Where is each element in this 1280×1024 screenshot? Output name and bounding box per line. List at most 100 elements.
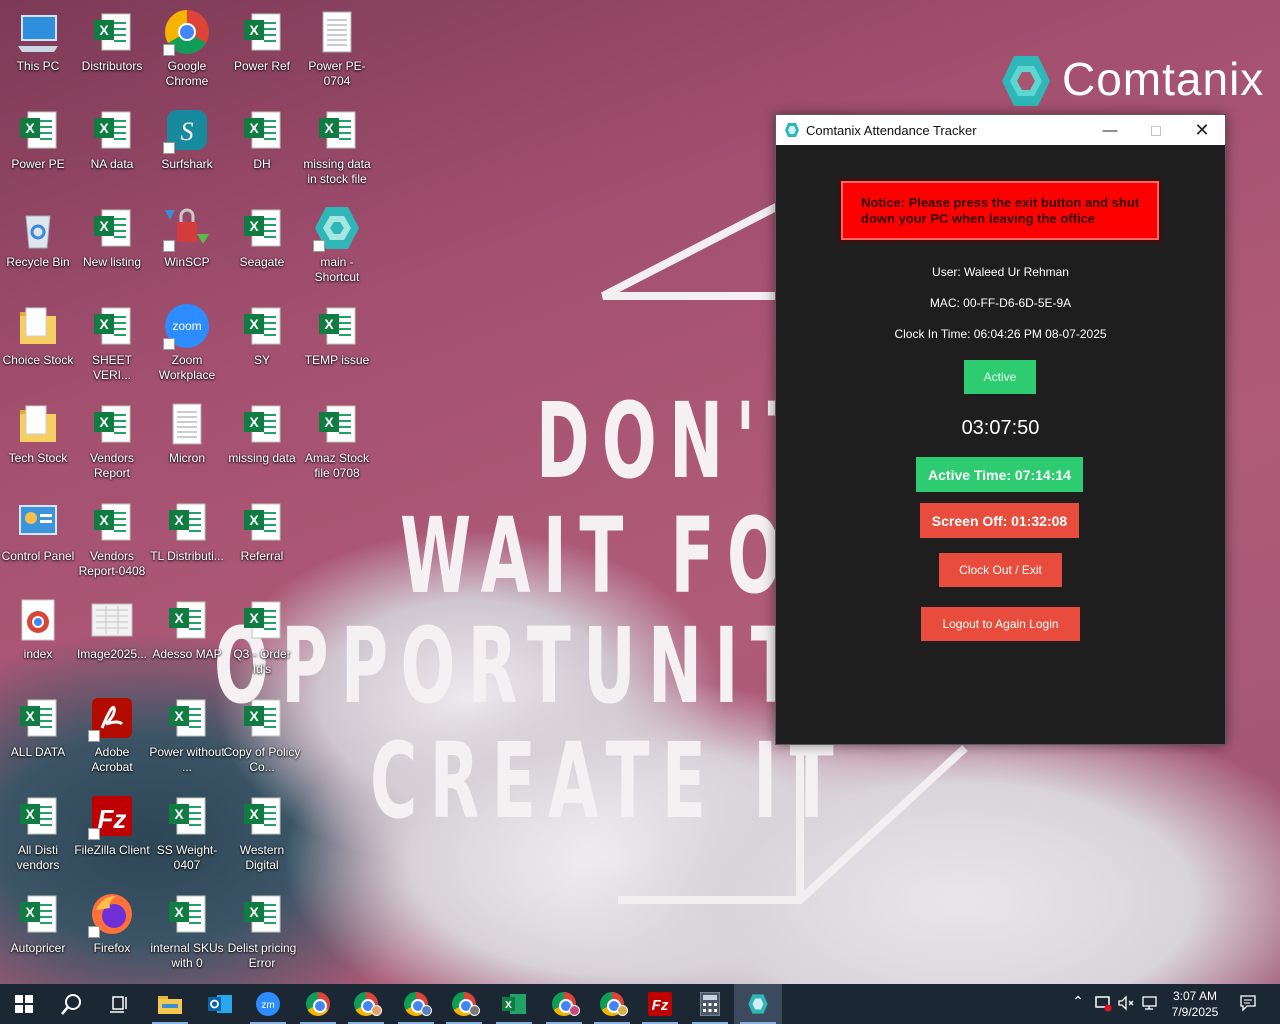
desktop-icon[interactable]: This PC bbox=[0, 0, 76, 94]
comtanix-logo-icon bbox=[1000, 54, 1052, 108]
maximize-button[interactable]: ◻ bbox=[1133, 115, 1179, 145]
desktop-icon[interactable]: X Distributors bbox=[74, 0, 150, 94]
desktop-icon[interactable]: Firefox bbox=[74, 882, 150, 976]
desktop-icon[interactable]: X New listing bbox=[74, 196, 150, 290]
desktop-icon[interactable]: X Seagate bbox=[224, 196, 300, 290]
taskbar-chrome-6[interactable] bbox=[588, 984, 636, 1024]
desktop-icon-label: All Disti vendors bbox=[16, 843, 60, 872]
desktop-icon[interactable]: Xinternal SKUs with 0 bbox=[149, 882, 225, 976]
svg-text:S: S bbox=[181, 117, 194, 146]
window-titlebar[interactable]: Comtanix Attendance Tracker — ◻ ✕ bbox=[776, 115, 1225, 145]
excel-icon: X bbox=[313, 302, 361, 350]
desktop-icon[interactable]: Google Chrome bbox=[149, 0, 225, 94]
desktop-icon[interactable]: X Referral bbox=[224, 490, 300, 584]
minimize-button[interactable]: — bbox=[1087, 115, 1133, 145]
zoom-icon: zm bbox=[256, 992, 280, 1016]
desktop-icon[interactable]: Xmissing data in stock file bbox=[299, 98, 375, 192]
desktop-icon[interactable]: Micron bbox=[149, 392, 225, 486]
taskbar-chrome-1[interactable] bbox=[294, 984, 342, 1024]
desktop-icon-label: Choice Stock bbox=[2, 353, 74, 367]
taskbar-chrome-5[interactable] bbox=[540, 984, 588, 1024]
desktop-icon[interactable]: Control Panel bbox=[0, 490, 76, 584]
taskbar-chrome-4[interactable] bbox=[440, 984, 488, 1024]
desktop-icon[interactable]: X SY bbox=[224, 294, 300, 388]
logout-button[interactable]: Logout to Again Login bbox=[921, 607, 1080, 641]
svg-text:X: X bbox=[25, 904, 35, 920]
desktop-icon[interactable]: Fz FileZilla Client bbox=[74, 784, 150, 878]
taskbar-outlook[interactable] bbox=[196, 984, 244, 1024]
taskbar-calculator[interactable] bbox=[686, 984, 734, 1024]
svg-text:Fz: Fz bbox=[652, 997, 669, 1014]
desktop-icon[interactable]: X DH bbox=[224, 98, 300, 192]
svg-text:X: X bbox=[249, 120, 259, 136]
desktop-icon-label: SHEET VERI... bbox=[91, 353, 132, 382]
taskbar-filezilla[interactable]: Fz bbox=[636, 984, 684, 1024]
desktop-icon[interactable]: Tech Stock bbox=[0, 392, 76, 486]
desktop-icon[interactable]: Xmissing data bbox=[224, 392, 300, 486]
desktop-icon[interactable]: S Surfshark bbox=[149, 98, 225, 192]
clock-time: 3:07 AM bbox=[1172, 989, 1218, 1003]
task-view-button[interactable] bbox=[96, 984, 144, 1024]
desktop-icon[interactable]: X All Disti vendors bbox=[0, 784, 76, 878]
desktop-icon[interactable]: WinSCP bbox=[149, 196, 225, 290]
excel-icon: X bbox=[88, 498, 136, 546]
desktop-icon[interactable]: X Power Ref bbox=[224, 0, 300, 94]
taskbar-chrome-2[interactable] bbox=[342, 984, 390, 1024]
excel-icon: X bbox=[14, 890, 62, 938]
svg-text:X: X bbox=[324, 414, 334, 430]
start-button[interactable] bbox=[0, 984, 48, 1024]
close-button[interactable]: ✕ bbox=[1179, 115, 1225, 145]
desktop-icon[interactable]: X TEMP issue bbox=[299, 294, 375, 388]
text-file-icon bbox=[163, 400, 211, 448]
clock-out-button[interactable]: Clock Out / Exit bbox=[939, 553, 1062, 587]
excel-icon: X bbox=[163, 890, 211, 938]
svg-text:X: X bbox=[25, 708, 35, 724]
taskbar-excel[interactable]: X bbox=[490, 984, 538, 1024]
desktop-icon[interactable]: X Autopricer bbox=[0, 882, 76, 976]
taskbar-attendance-tracker[interactable] bbox=[734, 984, 782, 1024]
svg-text:X: X bbox=[324, 120, 334, 136]
desktop-icon[interactable]: X SS Weight-0407 bbox=[149, 784, 225, 878]
winscp-icon bbox=[163, 204, 211, 252]
desktop-icon[interactable]: X Adesso MAP bbox=[149, 588, 225, 682]
desktop-icon[interactable]: X Vendors Report bbox=[74, 392, 150, 486]
desktop-icon[interactable]: main - Shortcut bbox=[299, 196, 375, 290]
desktop-icon-label: SS Weight-0407 bbox=[156, 843, 218, 872]
svg-text:X: X bbox=[99, 512, 109, 528]
network-icon[interactable] bbox=[1140, 994, 1160, 1014]
svg-text:X: X bbox=[249, 414, 259, 430]
desktop-icon[interactable]: Recycle Bin bbox=[0, 196, 76, 290]
taskbar-clock[interactable]: 3:07 AM 7/9/2025 bbox=[1160, 988, 1230, 1020]
desktop-icon[interactable]: X Q3 - Order Id's bbox=[224, 588, 300, 682]
shortcut-arrow-icon bbox=[313, 240, 325, 252]
desktop-icon[interactable]: Adobe Acrobat bbox=[74, 686, 150, 780]
network-alert-icon[interactable] bbox=[1093, 994, 1113, 1014]
taskbar-chrome-3[interactable] bbox=[392, 984, 440, 1024]
desktop-icon[interactable]: Choice Stock bbox=[0, 294, 76, 388]
taskbar-zoom[interactable]: zm bbox=[244, 984, 292, 1024]
desktop-icon[interactable]: X Western Digital bbox=[224, 784, 300, 878]
desktop-icon[interactable]: X Amaz Stock file 0708 bbox=[299, 392, 375, 486]
desktop-icon[interactable]: X NA data bbox=[74, 98, 150, 192]
desktop-icon[interactable]: X TL Distributi... bbox=[149, 490, 225, 584]
desktop-icon-label: Seagate bbox=[239, 255, 285, 269]
volume-muted-icon[interactable] bbox=[1116, 994, 1136, 1014]
desktop-icon[interactable]: index bbox=[0, 588, 76, 682]
show-hidden-icons-button[interactable]: ⌃ bbox=[1068, 994, 1088, 1014]
desktop-icon[interactable]: X Power without ... bbox=[149, 686, 225, 780]
excel-icon: X bbox=[14, 792, 62, 840]
taskbar-file-explorer[interactable] bbox=[146, 984, 194, 1024]
desktop-icon[interactable]: Power PE-0704 bbox=[299, 0, 375, 94]
desktop-icon[interactable]: Image2025... bbox=[74, 588, 150, 682]
desktop-icon[interactable]: X Vendors Report-0408 bbox=[74, 490, 150, 584]
desktop-icon[interactable]: X Copy of Policy Co... bbox=[224, 686, 300, 780]
desktop-icon[interactable]: zoom Zoom Workplace bbox=[149, 294, 225, 388]
search-button[interactable] bbox=[48, 984, 96, 1024]
search-icon bbox=[61, 994, 81, 1015]
desktop-icon[interactable]: X SHEET VERI... bbox=[74, 294, 150, 388]
notifications-icon[interactable] bbox=[1238, 994, 1258, 1014]
desktop-icon[interactable]: X Delist pricing Error bbox=[224, 882, 300, 976]
desktop-icon[interactable]: X ALL DATA bbox=[0, 686, 76, 780]
desktop-icon[interactable]: X Power PE bbox=[0, 98, 76, 192]
svg-text:X: X bbox=[99, 22, 109, 38]
